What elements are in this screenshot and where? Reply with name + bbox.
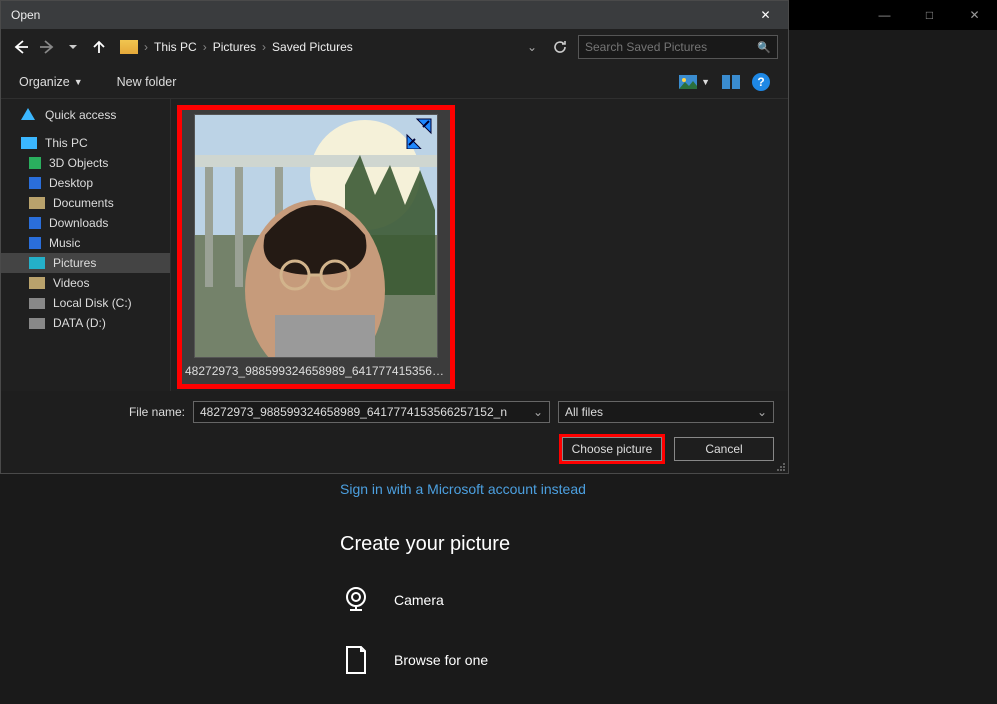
restore-button[interactable]: □ bbox=[907, 0, 952, 30]
sidebar-item-label: Desktop bbox=[49, 176, 93, 190]
choose-picture-button[interactable]: Choose picture bbox=[562, 437, 662, 461]
search-field[interactable] bbox=[585, 40, 757, 54]
filename-field[interactable] bbox=[200, 405, 533, 419]
sidebar-item-label: This PC bbox=[45, 136, 88, 150]
camera-icon bbox=[340, 584, 372, 616]
refresh-button[interactable] bbox=[548, 40, 572, 54]
file-list[interactable]: 48272973_988599324658989_641777415356625… bbox=[171, 99, 788, 391]
sidebar-item-pictures[interactable]: Pictures bbox=[1, 253, 170, 273]
filename-input[interactable]: ⌄ bbox=[193, 401, 550, 423]
filter-value: All files bbox=[565, 405, 603, 419]
close-icon: ✕ bbox=[760, 8, 770, 22]
selection-arrows-icon bbox=[403, 117, 435, 149]
sidebar-item-desktop[interactable]: Desktop bbox=[1, 173, 170, 193]
star-icon bbox=[21, 108, 37, 122]
download-icon bbox=[29, 217, 41, 229]
sidebar-item-label: Quick access bbox=[45, 108, 116, 122]
sidebar-item-downloads[interactable]: Downloads bbox=[1, 213, 170, 233]
sidebar-item-this-pc[interactable]: This PC bbox=[1, 133, 170, 153]
dialog-title: Open bbox=[11, 8, 40, 22]
option-camera[interactable]: Camera bbox=[340, 584, 997, 616]
sidebar-item-label: Downloads bbox=[49, 216, 108, 230]
sidebar-item-label: Local Disk (C:) bbox=[53, 296, 132, 310]
disk-icon bbox=[29, 298, 45, 309]
file-filter-select[interactable]: All files ⌄ bbox=[558, 401, 774, 423]
cube-icon bbox=[29, 157, 41, 169]
folder-icon bbox=[120, 40, 138, 54]
option-label: Browse for one bbox=[394, 652, 488, 668]
nav-forward-button[interactable] bbox=[37, 37, 57, 57]
section-title: Create your picture bbox=[340, 533, 997, 556]
desktop-icon bbox=[29, 177, 41, 189]
toolbar: Organize ▼ New folder ▼ ? bbox=[1, 65, 788, 99]
music-icon bbox=[29, 237, 41, 249]
breadcrumb-segment[interactable]: This PC bbox=[150, 40, 201, 54]
sidebar-item-label: Videos bbox=[53, 276, 89, 290]
chevron-down-icon: ▼ bbox=[74, 77, 83, 87]
chevron-right-icon: › bbox=[201, 40, 209, 54]
chevron-down-icon: ▼ bbox=[701, 77, 710, 87]
view-details-button[interactable] bbox=[716, 71, 746, 93]
new-folder-button[interactable]: New folder bbox=[111, 71, 183, 93]
monitor-icon bbox=[21, 137, 37, 149]
sidebar-item-label: Pictures bbox=[53, 256, 96, 270]
sidebar-item-local-disk-c[interactable]: Local Disk (C:) bbox=[1, 293, 170, 313]
dialog-close-button[interactable]: ✕ bbox=[743, 1, 788, 29]
nav-back-button[interactable] bbox=[11, 37, 31, 57]
sidebar-item-label: 3D Objects bbox=[49, 156, 108, 170]
organize-button[interactable]: Organize ▼ bbox=[13, 71, 89, 93]
nav-up-button[interactable] bbox=[89, 37, 109, 57]
help-icon: ? bbox=[752, 73, 770, 91]
sidebar: Quick access This PC 3D Objects Desktop … bbox=[1, 99, 171, 391]
open-dialog: Open ✕ › This PC › Pictures › Saved Pict… bbox=[0, 0, 789, 474]
sidebar-item-videos[interactable]: Videos bbox=[1, 273, 170, 293]
file-item-selected[interactable]: 48272973_988599324658989_641777415356625… bbox=[177, 105, 455, 389]
sidebar-item-music[interactable]: Music bbox=[1, 233, 170, 253]
browse-icon bbox=[340, 644, 372, 676]
video-icon bbox=[29, 277, 45, 289]
dialog-footer: File name: ⌄ All files ⌄ Choose picture … bbox=[1, 391, 788, 473]
chevron-down-icon[interactable]: ⌄ bbox=[533, 405, 543, 419]
sidebar-item-3d-objects[interactable]: 3D Objects bbox=[1, 153, 170, 173]
help-button[interactable]: ? bbox=[746, 69, 776, 95]
settings-content: Sign in with a Microsoft account instead… bbox=[0, 465, 997, 704]
signin-link[interactable]: Sign in with a Microsoft account instead bbox=[340, 481, 997, 497]
option-label: Camera bbox=[394, 592, 444, 608]
thumbnail-image bbox=[194, 114, 438, 358]
sidebar-item-label: Music bbox=[49, 236, 80, 250]
minimize-button[interactable]: — bbox=[862, 0, 907, 30]
chevron-down-icon[interactable]: ⌄ bbox=[527, 40, 537, 54]
sidebar-item-documents[interactable]: Documents bbox=[1, 193, 170, 213]
breadcrumb-segment[interactable]: Pictures bbox=[209, 40, 260, 54]
option-browse[interactable]: Browse for one bbox=[340, 644, 997, 676]
chevron-right-icon: › bbox=[142, 40, 150, 54]
chevron-right-icon: › bbox=[260, 40, 268, 54]
nav-row: › This PC › Pictures › Saved Pictures ⌄ … bbox=[1, 29, 788, 65]
disk-icon bbox=[29, 318, 45, 329]
sidebar-item-data-d[interactable]: DATA (D:) bbox=[1, 313, 170, 333]
sidebar-item-label: DATA (D:) bbox=[53, 316, 106, 330]
search-icon: 🔍 bbox=[757, 41, 771, 54]
search-input[interactable]: 🔍 bbox=[578, 35, 778, 59]
nav-recent-button[interactable] bbox=[63, 37, 83, 57]
resize-grip[interactable] bbox=[776, 461, 786, 471]
chevron-down-icon: ⌄ bbox=[757, 405, 767, 419]
view-picture-button[interactable]: ▼ bbox=[673, 71, 716, 93]
document-icon bbox=[29, 197, 45, 209]
filename-label: File name: bbox=[15, 405, 185, 419]
sidebar-item-label: Documents bbox=[53, 196, 114, 210]
thumbnail-caption: 48272973_988599324658989_641777415356625… bbox=[185, 358, 447, 378]
breadcrumb-segment[interactable]: Saved Pictures bbox=[268, 40, 357, 54]
cancel-button[interactable]: Cancel bbox=[674, 437, 774, 461]
sidebar-item-quick-access[interactable]: Quick access bbox=[1, 105, 170, 125]
dialog-titlebar[interactable]: Open ✕ bbox=[1, 1, 788, 29]
picture-icon bbox=[29, 257, 45, 269]
breadcrumb[interactable]: › This PC › Pictures › Saved Pictures ⌄ bbox=[115, 35, 542, 59]
close-button[interactable]: ✕ bbox=[952, 0, 997, 30]
